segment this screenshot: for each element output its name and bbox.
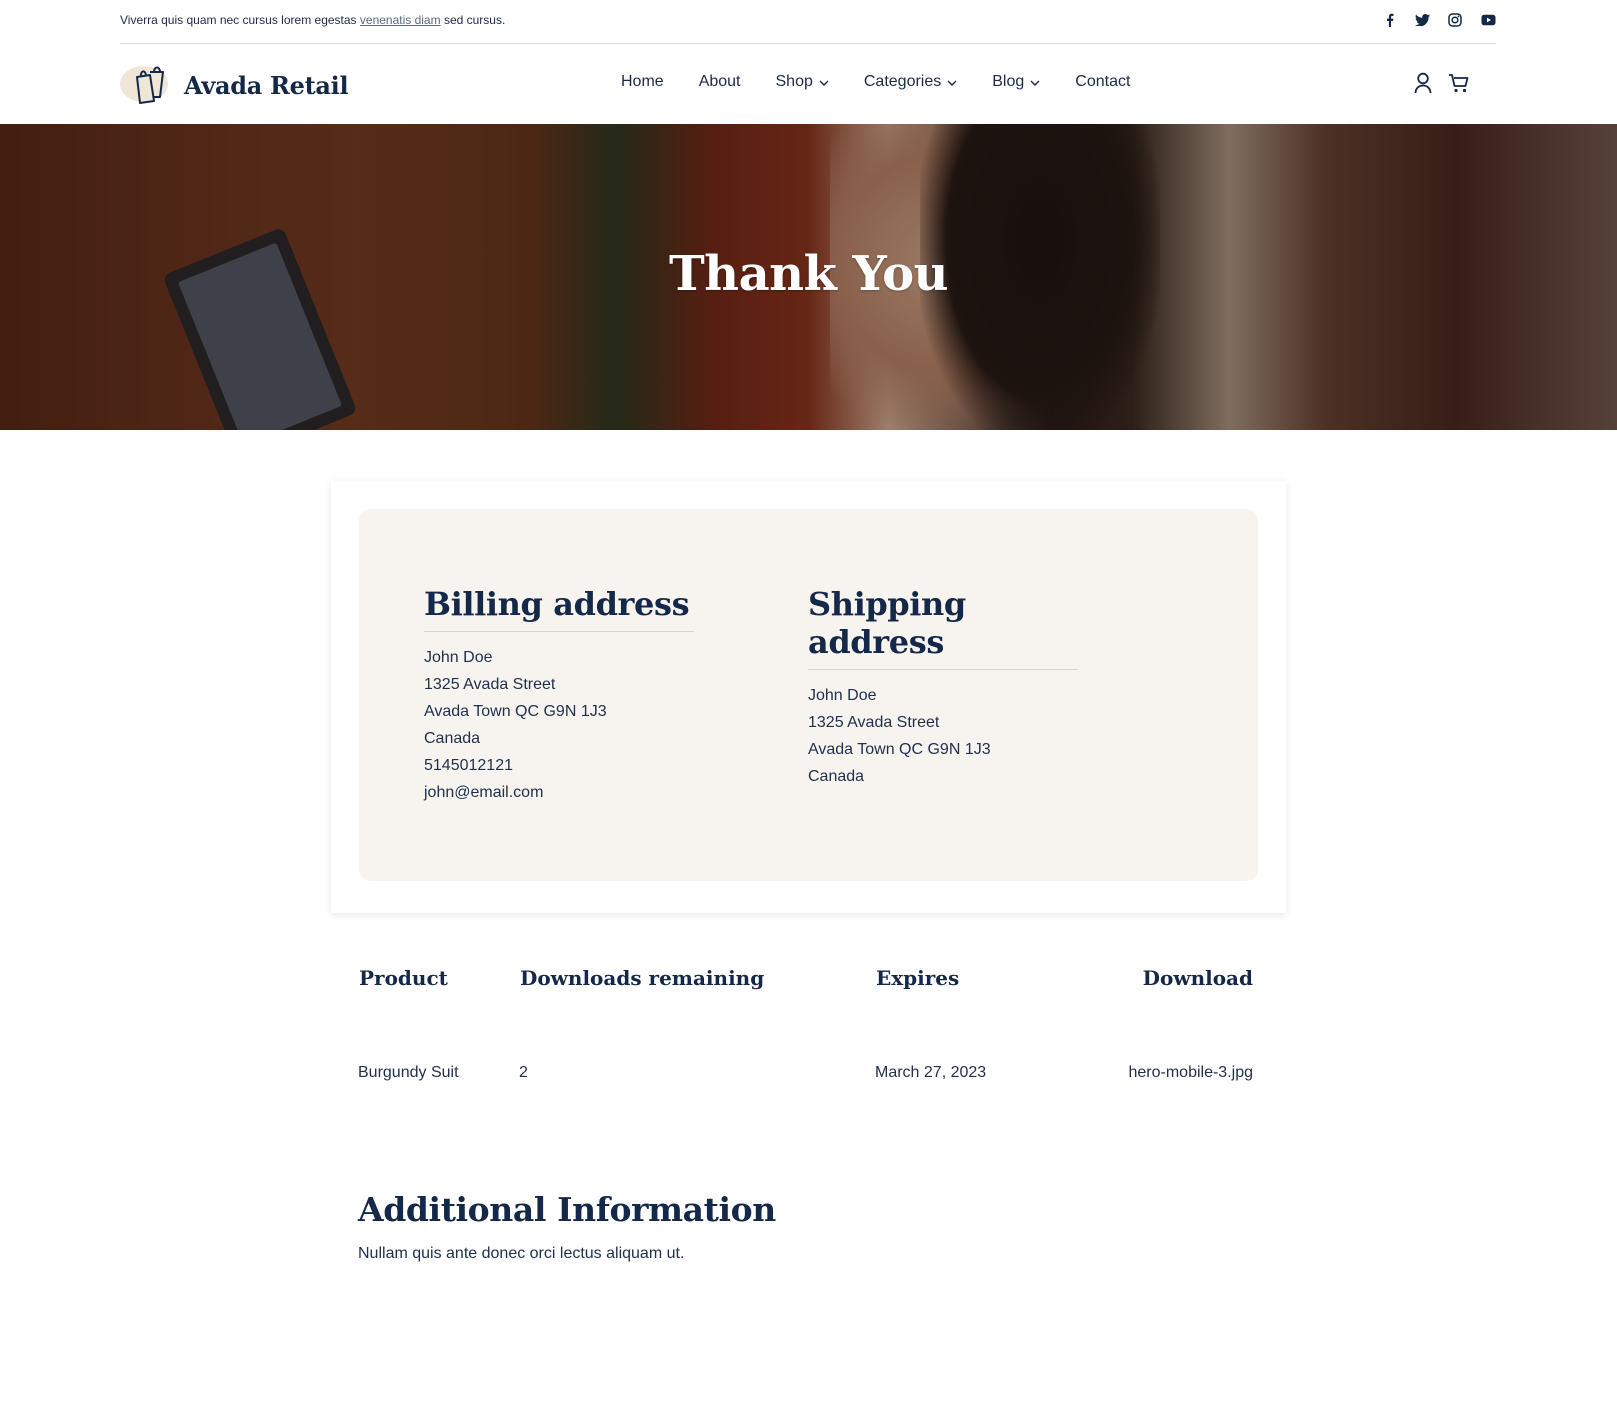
nav-home-label: Home	[621, 73, 664, 90]
billing-street: 1325 Avada Street	[424, 676, 556, 693]
shipping-city: Avada Town QC G9N 1J3	[808, 741, 991, 758]
cell-expires: March 27, 2023	[875, 1064, 987, 1081]
cart-icon[interactable]	[1448, 71, 1470, 95]
twitter-icon[interactable]	[1414, 12, 1430, 28]
chevron-down-icon	[947, 73, 957, 91]
nav-item-contact[interactable]: Contact	[1075, 73, 1130, 91]
shipping-address-title: Shipping address	[808, 585, 1078, 670]
nav-item-about[interactable]: About	[699, 73, 741, 91]
brand-name: Avada Retail	[184, 70, 349, 100]
top-bar-message: Viverra quis quam nec cursus lorem egest…	[120, 13, 505, 27]
column-header-product: Product	[359, 966, 448, 990]
main-nav: Home About Shop Categories Blog Contact	[621, 73, 1130, 91]
hero-banner: Thank You	[0, 124, 1617, 430]
nav-item-categories[interactable]: Categories	[864, 73, 957, 91]
chevron-down-icon	[819, 73, 829, 91]
shopping-bags-icon	[120, 64, 178, 106]
column-header-downloads-remaining: Downloads remaining	[520, 966, 765, 990]
top-bar: Viverra quis quam nec cursus lorem egest…	[120, 0, 1496, 44]
downloads-header-row: Product Downloads remaining Expires Down…	[358, 966, 1253, 1006]
billing-address-lines: John Doe 1325 Avada Street Avada Town QC…	[424, 644, 694, 806]
header-actions	[1412, 71, 1470, 95]
cell-downloads-remaining: 2	[519, 1064, 528, 1081]
additional-information-title: Additional Information	[358, 1190, 776, 1229]
address-card-inner: Billing address John Doe 1325 Avada Stre…	[359, 509, 1258, 881]
nav-shop-label: Shop	[775, 73, 813, 90]
address-card: Billing address John Doe 1325 Avada Stre…	[331, 481, 1286, 913]
billing-city: Avada Town QC G9N 1J3	[424, 703, 607, 720]
brand-logo[interactable]: Avada Retail	[120, 64, 349, 106]
additional-information-text: Nullam quis ante donec orci lectus aliqu…	[358, 1245, 685, 1262]
nav-about-label: About	[698, 73, 741, 90]
additional-information: Additional Information Nullam quis ante …	[358, 1190, 776, 1263]
shipping-name: John Doe	[808, 687, 877, 704]
nav-categories-label: Categories	[863, 73, 942, 90]
shipping-address: Shipping address John Doe 1325 Avada Str…	[808, 585, 1078, 790]
top-bar-message-start: Viverra quis quam nec cursus lorem egest…	[120, 13, 360, 27]
instagram-icon[interactable]	[1447, 12, 1463, 28]
download-file-link[interactable]: hero-mobile-3.jpg	[1128, 1064, 1253, 1082]
nav-blog-label: Blog	[992, 73, 1025, 90]
billing-country: Canada	[424, 730, 481, 747]
chevron-down-icon	[1030, 73, 1040, 91]
shipping-street: 1325 Avada Street	[808, 714, 940, 731]
top-bar-message-end: sed cursus.	[440, 13, 506, 27]
user-icon[interactable]	[1412, 71, 1434, 95]
column-header-download: Download	[1142, 966, 1253, 990]
billing-email: john@email.com	[424, 784, 544, 801]
site-header: Avada Retail Home About Shop Categories …	[120, 44, 1496, 123]
downloads-table: Product Downloads remaining Expires Down…	[358, 966, 1253, 1094]
nav-item-shop[interactable]: Shop	[776, 73, 829, 91]
billing-phone: 5145012121	[424, 757, 513, 774]
nav-contact-label: Contact	[1075, 73, 1131, 90]
column-header-expires: Expires	[876, 966, 960, 990]
shipping-address-lines: John Doe 1325 Avada Street Avada Town QC…	[808, 682, 1078, 790]
billing-address: Billing address John Doe 1325 Avada Stre…	[424, 585, 694, 806]
facebook-icon[interactable]	[1381, 12, 1397, 28]
social-links	[1381, 12, 1496, 28]
cell-product[interactable]: Burgundy Suit	[358, 1064, 459, 1082]
nav-item-home[interactable]: Home	[621, 73, 664, 91]
youtube-icon[interactable]	[1480, 12, 1496, 28]
top-bar-link[interactable]: venenatis diam	[360, 13, 441, 27]
page-title: Thank You	[668, 246, 949, 302]
nav-item-blog[interactable]: Blog	[992, 73, 1040, 91]
shipping-country: Canada	[808, 768, 865, 785]
billing-address-title: Billing address	[424, 585, 694, 632]
table-row: Burgundy Suit 2 March 27, 2023 hero-mobi…	[358, 1064, 1253, 1094]
billing-name: John Doe	[424, 649, 493, 666]
